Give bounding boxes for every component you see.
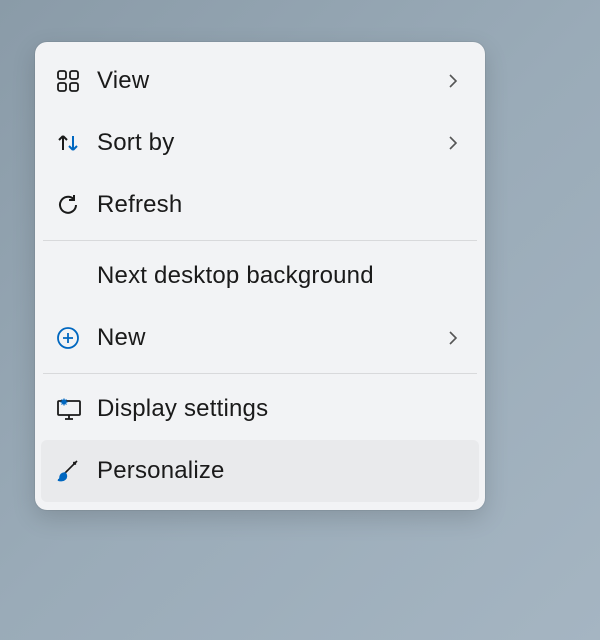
chevron-right-icon [441,71,465,91]
refresh-icon [55,192,97,218]
menu-item-refresh[interactable]: Refresh [41,174,479,236]
chevron-right-icon [441,328,465,348]
menu-item-label: Next desktop background [97,262,465,290]
menu-item-display-settings[interactable]: Display settings [41,378,479,440]
chevron-right-icon [441,133,465,153]
desktop-context-menu: View Sort by Refresh [35,42,485,510]
menu-item-label: Refresh [97,191,465,219]
menu-divider [43,240,477,241]
menu-item-view[interactable]: View [41,50,479,112]
menu-divider [43,373,477,374]
paintbrush-icon [55,457,97,485]
menu-item-label: New [97,324,441,352]
grid-icon [55,68,97,94]
menu-item-label: Personalize [97,457,465,485]
menu-item-label: Display settings [97,395,465,423]
menu-item-sort-by[interactable]: Sort by [41,112,479,174]
display-settings-icon [55,396,97,422]
menu-item-personalize[interactable]: Personalize [41,440,479,502]
plus-circle-icon [55,325,97,351]
menu-item-label: Sort by [97,129,441,157]
menu-item-next-desktop-background[interactable]: Next desktop background [41,245,479,307]
sort-icon [55,130,97,156]
menu-item-label: View [97,67,441,95]
menu-item-new[interactable]: New [41,307,479,369]
